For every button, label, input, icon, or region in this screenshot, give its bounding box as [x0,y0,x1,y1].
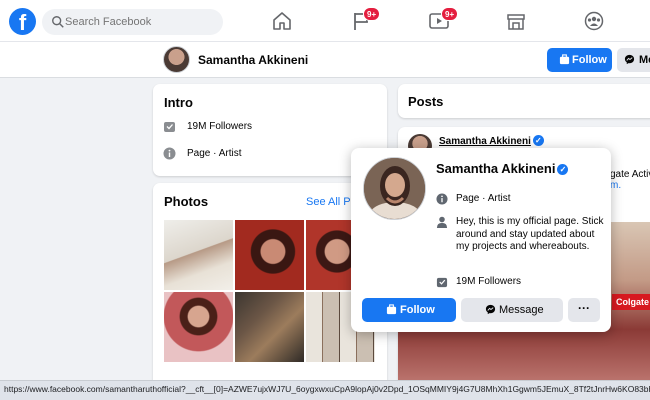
posts-card: Posts [398,84,650,118]
photo-thumbnail[interactable] [235,292,304,362]
message-button-label: Me [639,54,650,66]
hover-card-name[interactable]: Samantha Akkineni ✓ [436,161,569,176]
info-icon [436,193,448,205]
hover-card-follow-label: Follow [400,304,435,316]
verified-badge-icon: ✓ [557,164,569,175]
message-button[interactable]: Me [617,48,650,72]
info-icon [163,147,176,160]
browser-status-url: https://www.facebook.com/samantharuthoff… [0,380,650,400]
post-text-fragment: gate Activ [610,169,650,180]
hover-card-bio: Hey, this is my official page. Stick aro… [456,216,604,252]
hover-card-follow-button[interactable]: Follow [362,298,456,322]
person-icon [436,216,448,228]
search-icon [52,16,64,28]
follow-button[interactable]: Follow [547,48,612,72]
posts-title: Posts [408,94,444,109]
more-options-button[interactable]: ··· [568,298,600,322]
photo-thumbnail[interactable] [235,220,304,290]
follow-icon [559,54,570,65]
intro-title: Intro [164,95,193,110]
profile-header-strip: Samantha Akkineni Follow Me [0,42,650,78]
hover-card-category: Page · Artist [456,193,511,204]
verified-badge-icon: ✓ [532,135,544,146]
marketplace-icon[interactable] [505,11,527,31]
search-input[interactable] [65,13,215,31]
flag-notification-badge: 9+ [363,7,381,21]
follow-button-label: Follow [572,54,607,66]
followers-icon [164,122,175,132]
photo-thumbnail[interactable] [164,292,233,362]
profile-name[interactable]: Samantha Akkineni [198,53,308,67]
hover-card-message-label: Message [499,304,544,316]
home-icon[interactable] [271,11,293,31]
photo-thumbnail[interactable] [164,220,233,290]
post-author-name[interactable]: Samantha Akkineni ✓ [439,135,544,147]
follow-icon [386,304,397,315]
messenger-icon [485,304,496,315]
profile-avatar[interactable] [163,46,190,73]
hover-card-avatar[interactable] [363,157,426,220]
hover-card-followers[interactable]: 19M Followers [456,276,521,289]
video-notification-badge: 9+ [441,7,459,21]
post-link-fragment[interactable]: m. [610,180,621,191]
facebook-logo[interactable]: f [9,8,36,35]
groups-icon[interactable] [583,11,605,31]
photos-title: Photos [164,194,209,209]
profile-photo-image [364,158,425,219]
messenger-icon [624,54,635,65]
profile-hover-card: Samantha Akkineni ✓ Page · Artist Hey, th… [351,148,611,332]
ad-banner-text: Colgate [612,294,650,310]
hover-card-message-button[interactable]: Message [461,298,563,322]
intro-followers-text[interactable]: 19M Followers [187,121,252,132]
search-box[interactable] [42,9,223,35]
followers-icon [436,277,448,288]
intro-category-text: Page · Artist [187,148,242,159]
top-navigation-bar: f 9+ 9+ [0,0,650,42]
